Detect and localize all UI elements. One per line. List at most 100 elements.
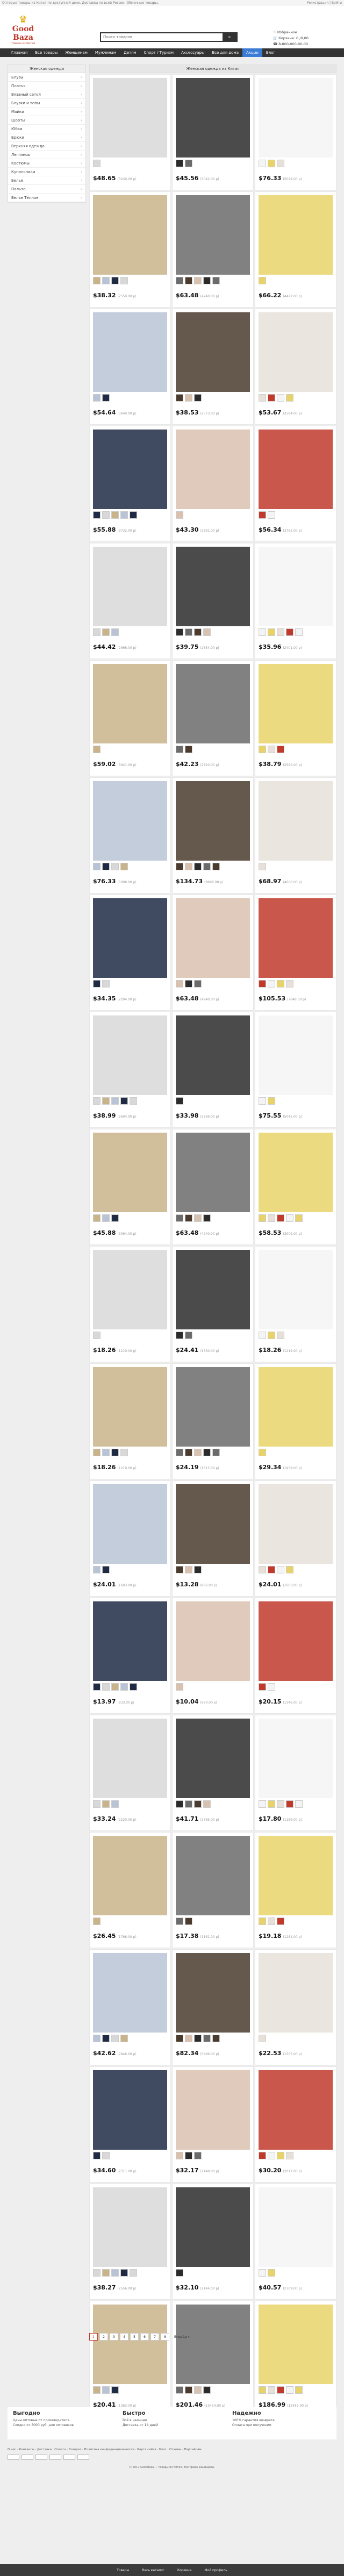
product-image[interactable] <box>176 1601 250 1681</box>
color-thumbnail[interactable] <box>295 1214 303 1222</box>
product-card[interactable]: $66.22 (4422.00 р) <box>255 191 336 307</box>
color-thumbnail[interactable] <box>259 2152 266 2159</box>
color-thumbnail[interactable] <box>203 2035 211 2042</box>
nav-item[interactable]: Мужчинам <box>91 48 120 57</box>
product-image[interactable] <box>176 1133 250 1212</box>
color-thumbnail[interactable] <box>185 1800 192 1808</box>
product-image[interactable] <box>259 1484 333 1564</box>
product-card[interactable]: $32.10 (2144.00 р) <box>172 2184 254 2300</box>
product-card[interactable]: $42.23 (2820.00 р) <box>172 660 254 776</box>
bottom-link[interactable]: Товары <box>117 2568 129 2572</box>
product-image[interactable] <box>93 1133 167 1212</box>
product-card[interactable]: $10.04 (670.00 р) <box>172 1598 254 1714</box>
page-link[interactable]: 2 <box>99 2333 108 2341</box>
color-thumbnail[interactable] <box>268 980 275 988</box>
product-card[interactable]: $29.34 (1959.00 р) <box>255 1363 336 1479</box>
color-thumbnail[interactable] <box>194 2152 202 2159</box>
product-card[interactable]: $24.01 (1603.00 р) <box>255 1480 336 1597</box>
sidebar-item[interactable]: Платья › <box>8 82 85 90</box>
product-image[interactable] <box>259 78 333 158</box>
color-thumbnail[interactable] <box>194 2035 202 2042</box>
color-thumbnail[interactable] <box>102 394 110 402</box>
product-card[interactable]: $76.33 (5098.00 р) <box>89 777 171 893</box>
product-card[interactable]: $48.65 (3249.00 р) <box>89 74 171 190</box>
color-thumbnail[interactable] <box>268 1214 275 1222</box>
color-thumbnail[interactable] <box>120 1097 128 1105</box>
product-image[interactable] <box>93 781 167 861</box>
next-page-link[interactable]: Вперёд » <box>171 2333 193 2341</box>
color-thumbnail[interactable] <box>176 1332 183 1339</box>
product-card[interactable]: $22.53 (1505.00 р) <box>255 1949 336 2065</box>
search-input[interactable] <box>101 33 223 41</box>
nav-item[interactable]: Аксессуары <box>177 48 208 57</box>
color-thumbnail[interactable] <box>176 511 183 519</box>
color-thumbnail[interactable] <box>111 1449 119 1456</box>
color-thumbnail[interactable] <box>93 2035 101 2042</box>
product-image[interactable] <box>93 195 167 275</box>
sidebar-item[interactable]: Блузки и топы › <box>8 99 85 108</box>
product-card[interactable]: $24.19 (1615.00 р) <box>172 1363 254 1479</box>
product-image[interactable] <box>176 1953 250 2033</box>
color-thumbnail[interactable] <box>259 1214 266 1222</box>
color-thumbnail[interactable] <box>259 2269 266 2277</box>
color-thumbnail[interactable] <box>93 394 101 402</box>
color-thumbnail[interactable] <box>286 2386 293 2394</box>
bottom-link[interactable]: Мой профиль <box>204 2568 227 2572</box>
footer-links[interactable]: О нас · Контакты · Доставка · Оплата · В… <box>0 2445 344 2455</box>
product-image[interactable] <box>259 898 333 978</box>
product-image[interactable] <box>93 1367 167 1447</box>
product-card[interactable]: $54.64 (3649.00 р) <box>89 309 171 425</box>
product-image[interactable] <box>259 1836 333 1915</box>
product-image[interactable] <box>176 664 250 743</box>
color-thumbnail[interactable] <box>295 2386 303 2394</box>
sidebar-item[interactable]: Купальники › <box>8 168 85 176</box>
product-image[interactable] <box>93 1953 167 2033</box>
sidebar-item[interactable]: Брюки › <box>8 133 85 142</box>
color-thumbnail[interactable] <box>102 1097 110 1105</box>
color-thumbnail[interactable] <box>120 511 128 519</box>
color-thumbnail[interactable] <box>203 1800 211 1808</box>
product-image[interactable] <box>176 781 250 861</box>
product-card[interactable]: $63.48 (4240.00 р) <box>172 191 254 307</box>
color-thumbnail[interactable] <box>111 2386 119 2394</box>
color-thumbnail[interactable] <box>268 746 275 753</box>
product-card[interactable]: $38.27 (2556.00 р) <box>89 2184 171 2300</box>
color-thumbnail[interactable] <box>286 394 293 402</box>
product-card[interactable]: $76.33 (5098.00 р) <box>255 74 336 190</box>
product-image[interactable] <box>176 430 250 509</box>
product-image[interactable] <box>93 1015 167 1095</box>
bottom-link[interactable]: Весь каталог <box>142 2568 164 2572</box>
color-thumbnail[interactable] <box>277 1214 284 1222</box>
product-image[interactable] <box>93 2070 167 2150</box>
product-image[interactable] <box>176 1367 250 1447</box>
color-thumbnail[interactable] <box>93 1332 101 1339</box>
color-thumbnail[interactable] <box>268 1566 275 1573</box>
product-image[interactable] <box>259 1953 333 2033</box>
product-image[interactable] <box>176 2305 250 2384</box>
color-thumbnail[interactable] <box>259 1332 266 1339</box>
color-thumbnail[interactable] <box>111 1683 119 1691</box>
color-thumbnail[interactable] <box>176 160 183 167</box>
nav-item[interactable]: Все для дома <box>208 48 242 57</box>
page-link[interactable]: 5 <box>130 2333 139 2341</box>
product-card[interactable]: $13.28 (886.00 р) <box>172 1480 254 1597</box>
product-card[interactable]: $38.32 (2559.00 р) <box>89 191 171 307</box>
product-card[interactable]: $35.96 (2401.00 р) <box>255 543 336 659</box>
sidebar-item[interactable]: Блузы › <box>8 73 85 82</box>
color-thumbnail[interactable] <box>176 1917 183 1925</box>
color-thumbnail[interactable] <box>111 511 119 519</box>
sidebar-item[interactable]: Леггинсы › <box>8 151 85 159</box>
product-image[interactable] <box>176 898 250 978</box>
page-link[interactable]: 6 <box>140 2333 149 2341</box>
color-thumbnail[interactable] <box>194 1566 202 1573</box>
product-image[interactable] <box>93 1836 167 1915</box>
color-thumbnail[interactable] <box>111 628 119 636</box>
color-thumbnail[interactable] <box>203 277 211 284</box>
site-logo[interactable]: ♛ Good Baza товары из Китая <box>4 15 42 46</box>
color-thumbnail[interactable] <box>185 2152 192 2159</box>
color-thumbnail[interactable] <box>259 511 266 519</box>
color-thumbnail[interactable] <box>185 2386 192 2394</box>
color-thumbnail[interactable] <box>176 2386 183 2394</box>
bottom-link[interactable]: Корзина <box>177 2568 191 2572</box>
color-thumbnail[interactable] <box>176 2269 183 2277</box>
